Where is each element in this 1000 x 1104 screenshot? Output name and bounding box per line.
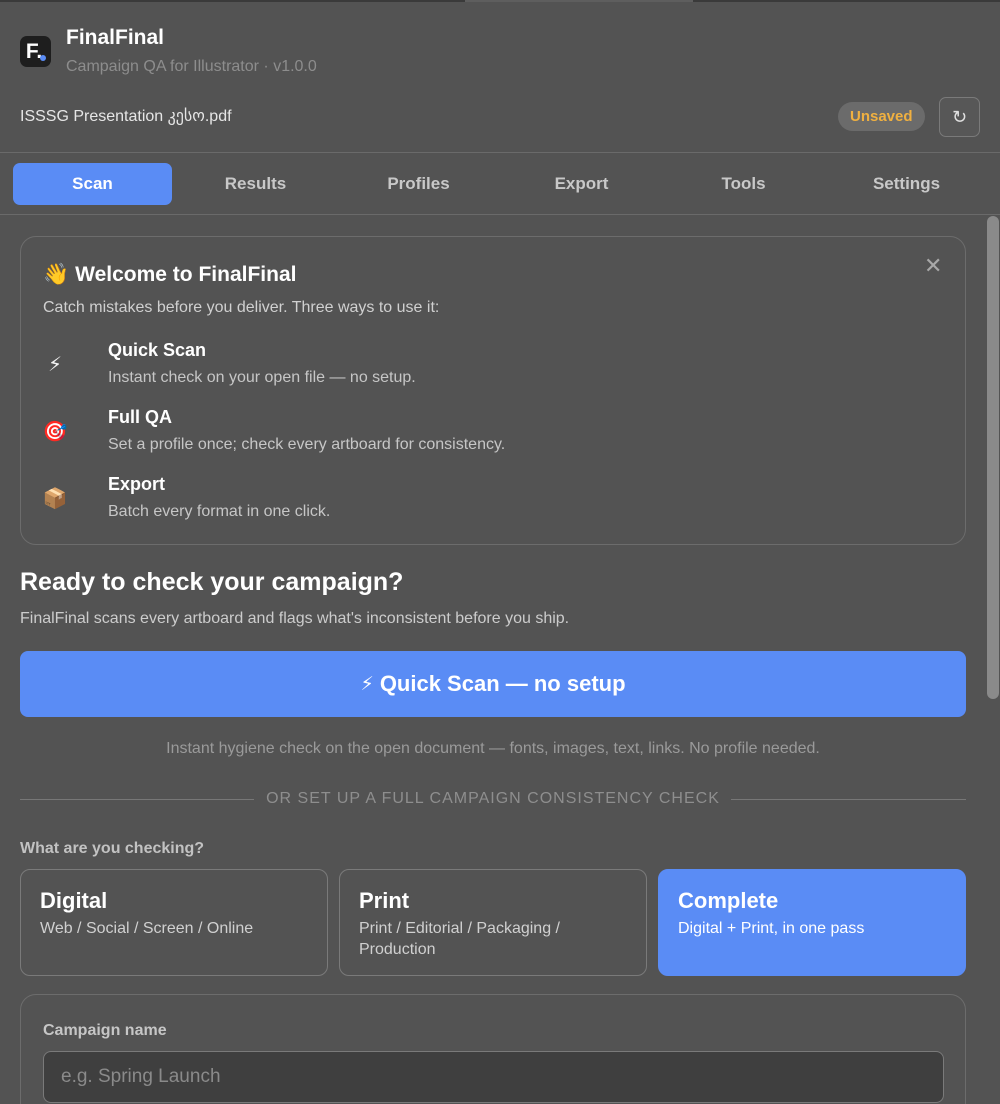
welcome-title-text: Welcome to FinalFinal	[75, 263, 297, 286]
quick-scan-button[interactable]: ⚡ Quick Scan — no setup	[20, 651, 966, 717]
app-header: F. FinalFinal Campaign QA for Illustrato…	[0, 0, 1000, 153]
ready-title: Ready to check your campaign?	[20, 568, 404, 596]
scrollbar-thumb[interactable]	[987, 216, 999, 699]
waving-hand-icon: 👋	[43, 263, 70, 286]
option-name: Complete	[678, 888, 779, 913]
option-complete[interactable]: Complete Digital + Print, in one pass	[658, 869, 966, 976]
lightning-icon: ⚡	[360, 673, 374, 695]
option-name: Digital	[40, 888, 108, 913]
tab-results[interactable]: Results	[176, 163, 335, 205]
option-digital[interactable]: Digital Web / Social / Screen / Online	[20, 869, 328, 976]
quick-scan-label: Quick Scan — no setup	[379, 671, 626, 696]
section-divider: OR SET UP A FULL CAMPAIGN CONSISTENCY CH…	[20, 790, 966, 810]
refresh-icon: ↻	[951, 106, 968, 127]
option-desc: Web / Social / Screen / Online	[40, 920, 254, 937]
app-title: FinalFinal	[66, 26, 165, 49]
tab-bar: Scan Results Profiles Export Tools Setti…	[0, 153, 1000, 215]
option-print[interactable]: Print Print / Editorial / Packaging / Pr…	[339, 869, 647, 976]
ready-subtitle: FinalFinal scans every artboard and flag…	[20, 610, 570, 627]
feature-name: Quick Scan	[108, 340, 207, 360]
checking-label: What are you checking?	[20, 840, 205, 857]
lightning-icon: ⚡	[47, 353, 63, 376]
tab-tools[interactable]: Tools	[664, 163, 823, 205]
feature-name: Export	[108, 474, 166, 494]
option-desc: Print / Editorial / Packaging / Producti…	[359, 920, 560, 958]
logo-dot	[40, 55, 46, 61]
feature-desc: Batch every format in one click.	[108, 503, 331, 520]
refresh-button[interactable]: ↻	[939, 97, 980, 137]
campaign-name-input[interactable]	[43, 1051, 944, 1103]
welcome-card: 👋 Welcome to FinalFinal ✕ Catch mistakes …	[20, 236, 966, 545]
campaign-name-label: Campaign name	[43, 1022, 167, 1039]
document-file-name: ISSSG Presentation კესო.pdf	[20, 108, 232, 125]
welcome-title: 👋 Welcome to FinalFinal	[43, 263, 296, 287]
tab-export[interactable]: Export	[502, 163, 661, 205]
tab-profiles[interactable]: Profiles	[339, 163, 498, 205]
feature-desc: Instant check on your open file — no set…	[108, 369, 416, 386]
status-badge: Unsaved	[838, 102, 925, 131]
option-name: Print	[359, 888, 410, 913]
campaign-card: Campaign name	[20, 994, 966, 1104]
welcome-subtitle: Catch mistakes before you deliver. Three…	[43, 299, 440, 316]
quick-scan-note: Instant hygiene check on the open docume…	[166, 740, 820, 757]
divider-line-right	[731, 799, 966, 800]
close-icon[interactable]: ✕	[924, 253, 942, 279]
scrollbar[interactable]	[986, 215, 1000, 1104]
target-icon: 🎯	[42, 420, 68, 443]
tab-scan[interactable]: Scan	[13, 163, 172, 205]
tab-settings[interactable]: Settings	[827, 163, 986, 205]
app-logo: F.	[20, 36, 51, 67]
app-subtitle: Campaign QA for Illustrator · v1.0.0	[66, 58, 317, 75]
option-desc: Digital + Print, in one pass	[678, 920, 865, 937]
package-icon: 📦	[42, 487, 68, 510]
feature-name: Full QA	[108, 407, 172, 427]
feature-desc: Set a profile once; check every artboard…	[108, 436, 506, 453]
